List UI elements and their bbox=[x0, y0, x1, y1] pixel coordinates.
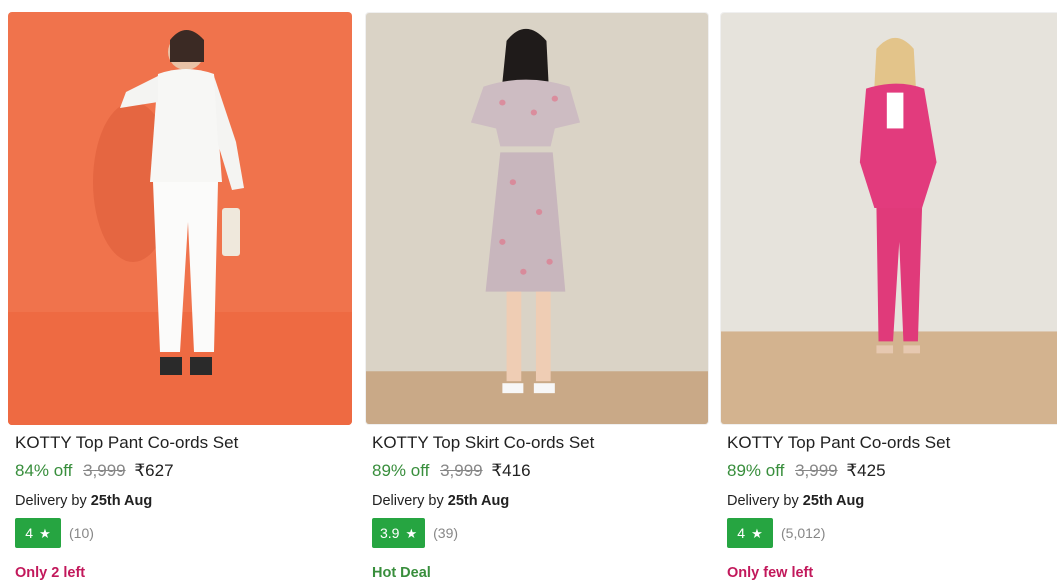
product-image[interactable] bbox=[8, 12, 352, 425]
stock-status: Hot Deal bbox=[372, 565, 431, 581]
rating-count: (39) bbox=[433, 525, 459, 541]
rating-badge: 4 ★ bbox=[15, 518, 61, 548]
price-row: 84% off 3,999 ₹627 bbox=[15, 461, 174, 481]
star-icon: ★ bbox=[405, 525, 418, 541]
delivery-label: Delivery by bbox=[372, 493, 448, 509]
original-price: 3,999 bbox=[795, 461, 838, 480]
delivery-date: 25th Aug bbox=[802, 493, 865, 509]
rating-badge: 4 ★ bbox=[727, 518, 773, 548]
delivery-label: Delivery by bbox=[727, 493, 803, 509]
product-card[interactable]: KOTTY Top Skirt Co-ords Set 89% off 3,99… bbox=[365, 0, 709, 585]
final-price: ₹416 bbox=[491, 461, 531, 480]
delivery-info: Delivery by 25th Aug bbox=[727, 493, 864, 509]
product-title[interactable]: KOTTY Top Skirt Co-ords Set bbox=[372, 433, 594, 453]
stock-status: Only few left bbox=[727, 565, 814, 581]
discount-percent: 89% off bbox=[372, 461, 430, 480]
final-price: ₹627 bbox=[134, 461, 174, 480]
delivery-label: Delivery by bbox=[15, 493, 91, 509]
delivery-date: 25th Aug bbox=[447, 493, 510, 509]
product-grid: KOTTY Top Pant Co-ords Set 84% off 3,999… bbox=[0, 0, 1057, 585]
discount-percent: 84% off bbox=[15, 461, 73, 480]
product-image[interactable] bbox=[720, 12, 1057, 425]
rating-row: 4 ★ (10) bbox=[15, 518, 94, 548]
original-price: 3,999 bbox=[83, 461, 126, 480]
rating-badge: 3.9 ★ bbox=[372, 518, 426, 548]
product-card[interactable]: KOTTY Top Pant Co-ords Set 89% off 3,999… bbox=[720, 0, 1057, 585]
rating-row: 3.9 ★ (39) bbox=[372, 518, 458, 548]
star-icon: ★ bbox=[39, 525, 51, 541]
delivery-date: 25th Aug bbox=[90, 493, 153, 509]
product-card[interactable]: KOTTY Top Pant Co-ords Set 84% off 3,999… bbox=[8, 0, 352, 585]
rating-value: 3.9 bbox=[380, 525, 400, 541]
product-title[interactable]: KOTTY Top Pant Co-ords Set bbox=[15, 433, 238, 453]
stock-status: Only 2 left bbox=[15, 565, 86, 581]
final-price: ₹425 bbox=[846, 461, 886, 480]
product-title[interactable]: KOTTY Top Pant Co-ords Set bbox=[727, 433, 950, 453]
rating-value: 4 bbox=[25, 525, 34, 541]
star-icon: ★ bbox=[751, 525, 763, 541]
rating-value: 4 bbox=[737, 525, 746, 541]
rating-row: 4 ★ (5,012) bbox=[727, 518, 825, 548]
price-row: 89% off 3,999 ₹416 bbox=[372, 461, 531, 481]
delivery-info: Delivery by 25th Aug bbox=[372, 493, 509, 509]
rating-count: (5,012) bbox=[781, 525, 826, 541]
discount-percent: 89% off bbox=[727, 461, 785, 480]
rating-count: (10) bbox=[69, 525, 94, 541]
product-image[interactable] bbox=[365, 12, 709, 425]
original-price: 3,999 bbox=[440, 461, 483, 480]
delivery-info: Delivery by 25th Aug bbox=[15, 493, 152, 509]
price-row: 89% off 3,999 ₹425 bbox=[727, 461, 886, 481]
